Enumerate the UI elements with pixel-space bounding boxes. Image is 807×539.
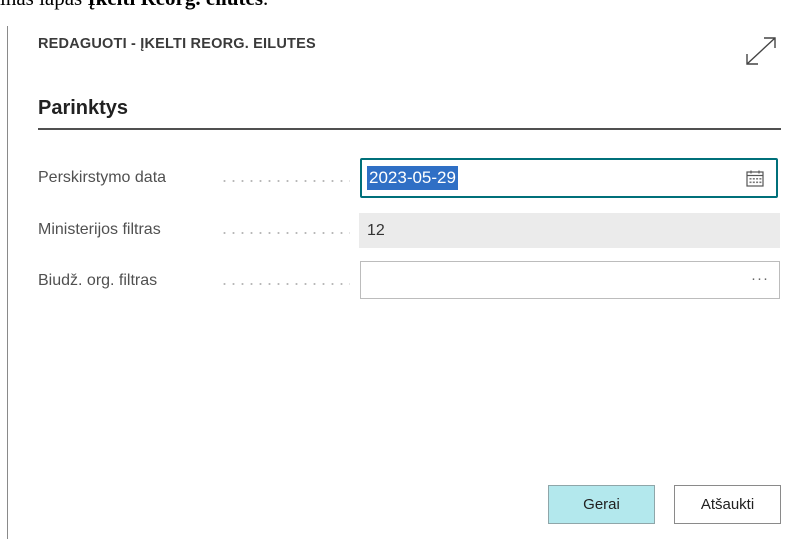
ministry-filter-label: Ministerijos filtras [38, 221, 161, 238]
expand-diagonal-icon[interactable] [742, 34, 780, 68]
doc-caption-bold: Įkelti Reorg. eilutes [87, 0, 263, 10]
date-field-value: 2023-05-29 [367, 166, 458, 190]
budget-org-filter-label: Biudž. org. filtras [38, 272, 158, 289]
date-field[interactable]: 2023-05-29 [360, 158, 778, 198]
ministry-filter-dots [220, 232, 350, 234]
cancel-button[interactable]: Atšaukti [674, 485, 781, 524]
ministry-filter-field: 12 [359, 213, 780, 248]
lookup-ellipsis-icon[interactable]: ··· [751, 270, 769, 287]
doc-caption-suffix: . [263, 0, 268, 10]
section-title: Parinktys [38, 97, 129, 119]
calendar-icon[interactable] [746, 170, 764, 187]
document-caption: inas lapas Įkelti Reorg. eilutes. [0, 0, 807, 12]
dialog-left-border [7, 26, 8, 539]
budget-org-filter-dots [220, 283, 350, 285]
ok-button[interactable]: Gerai [548, 485, 655, 524]
date-field-dots [220, 180, 350, 182]
dialog-title: REDAGUOTI - ĮKELTI REORG. EILUTES [38, 36, 316, 52]
section-divider [38, 128, 781, 130]
date-field-label: Perskirstymo data [38, 169, 167, 186]
doc-caption-prefix: inas lapas [0, 0, 87, 10]
budget-org-filter-input[interactable]: ··· [360, 261, 780, 299]
